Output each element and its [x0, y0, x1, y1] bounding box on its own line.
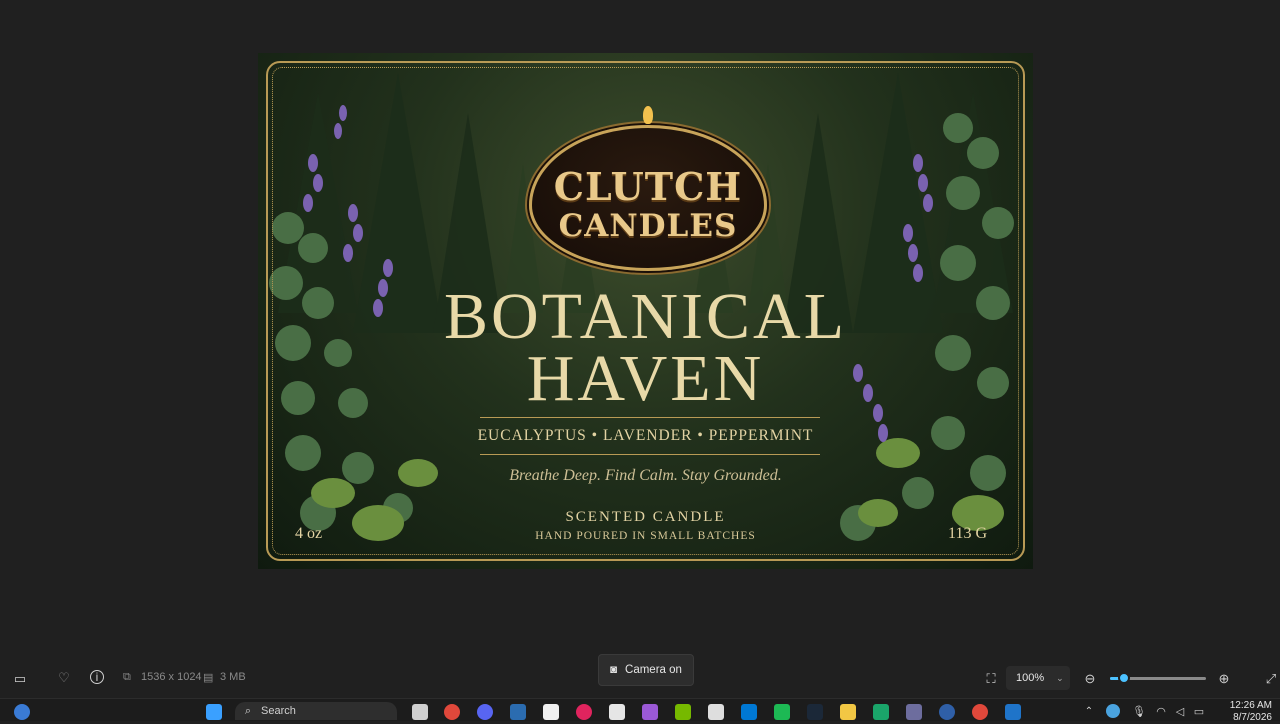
- app-icon-bot[interactable]: [708, 704, 724, 720]
- zoom-dropdown[interactable]: 100% ⌄: [1006, 666, 1070, 690]
- chrome-profile-icon[interactable]: [972, 704, 988, 720]
- search-icon: ⌕: [244, 705, 252, 717]
- product-title-line-2: HAVEN: [526, 342, 765, 415]
- brand-line-2: CANDLES: [558, 208, 738, 244]
- zoom-value: 100%: [1016, 672, 1045, 684]
- wifi-icon[interactable]: ◠: [1155, 704, 1167, 720]
- chevron-up-icon[interactable]: ⌃: [1083, 704, 1095, 720]
- opera-icon[interactable]: [576, 704, 592, 720]
- file-size-icon: ▤: [203, 672, 214, 684]
- widgets-icon[interactable]: [14, 704, 30, 720]
- zoom-out-icon[interactable]: ⊖: [1083, 671, 1097, 687]
- dimensions-icon: ⧉: [123, 671, 131, 683]
- filmstrip-icon[interactable]: ▭: [12, 671, 28, 687]
- tagline: Breathe Deep. Find Calm. Stay Grounded.: [509, 467, 782, 484]
- file-explorer-icon[interactable]: [840, 704, 856, 720]
- app-icon-shield[interactable]: [873, 704, 889, 720]
- ingredients: EUCALYPTUS • LAVENDER • PEPPERMINT: [477, 427, 814, 444]
- file-size: 3 MB: [220, 671, 246, 683]
- task-view-icon[interactable]: [412, 704, 428, 720]
- nvidia-icon[interactable]: [675, 704, 691, 720]
- app-icon-grid[interactable]: [906, 704, 922, 720]
- brand-line-1: CLUTCH: [553, 164, 743, 209]
- app-icon-4k[interactable]: [939, 704, 955, 720]
- app-icon-green[interactable]: [774, 704, 790, 720]
- camera-icon: ◙: [610, 664, 618, 676]
- fit-to-window-icon[interactable]: ⛶: [984, 671, 998, 687]
- product-subtitle: HAND POURED IN SMALL BATCHES: [535, 530, 756, 542]
- epic-games-icon[interactable]: [609, 704, 625, 720]
- app-icon-mdl[interactable]: [510, 704, 526, 720]
- taskbar-search[interactable]: Search: [235, 702, 397, 720]
- store-icon[interactable]: [741, 704, 757, 720]
- displayed-image: CLUTCH CANDLES BOTANICAL HAVEN EUCALYPTU…: [258, 53, 1033, 569]
- volume-icon[interactable]: ◁: [1174, 704, 1186, 720]
- chrome-icon[interactable]: [444, 704, 460, 720]
- photos-app-icon[interactable]: [1005, 704, 1021, 720]
- info-icon[interactable]: i: [90, 670, 104, 684]
- copilot-icon[interactable]: [642, 704, 658, 720]
- camera-toast-label: Camera on: [625, 664, 682, 676]
- zoom-in-icon[interactable]: ⊕: [1217, 671, 1231, 687]
- clock-time: 12:26 AM: [1229, 700, 1272, 711]
- fullscreen-icon[interactable]: ⤢: [1264, 671, 1278, 687]
- image-dimensions: 1536 x 1024: [141, 671, 202, 683]
- search-placeholder: Search: [261, 705, 296, 717]
- steam-icon[interactable]: [807, 704, 823, 720]
- camera-toast: ◙ Camera on: [598, 654, 694, 686]
- discord-icon[interactable]: [477, 704, 493, 720]
- favorite-heart-icon[interactable]: ♡: [56, 670, 72, 686]
- divider: [480, 417, 820, 418]
- taskbar-clock[interactable]: 12:26 AM 8/7/2026: [1230, 700, 1272, 724]
- divider: [480, 454, 820, 455]
- microphone-icon[interactable]: 🎙: [1132, 704, 1146, 720]
- candle-flame-icon: [643, 106, 653, 124]
- weight-oz: 4 oz: [295, 525, 323, 542]
- clock-date: 8/7/2026: [1233, 712, 1272, 723]
- capcut-icon[interactable]: [543, 704, 559, 720]
- weight-g: 113 G: [948, 525, 987, 542]
- product-type: SCENTED CANDLE: [565, 509, 726, 525]
- battery-icon[interactable]: ▭: [1192, 704, 1206, 720]
- onedrive-icon[interactable]: [1106, 704, 1120, 718]
- chevron-down-icon: ⌄: [1056, 672, 1064, 683]
- start-button-icon[interactable]: [206, 704, 222, 720]
